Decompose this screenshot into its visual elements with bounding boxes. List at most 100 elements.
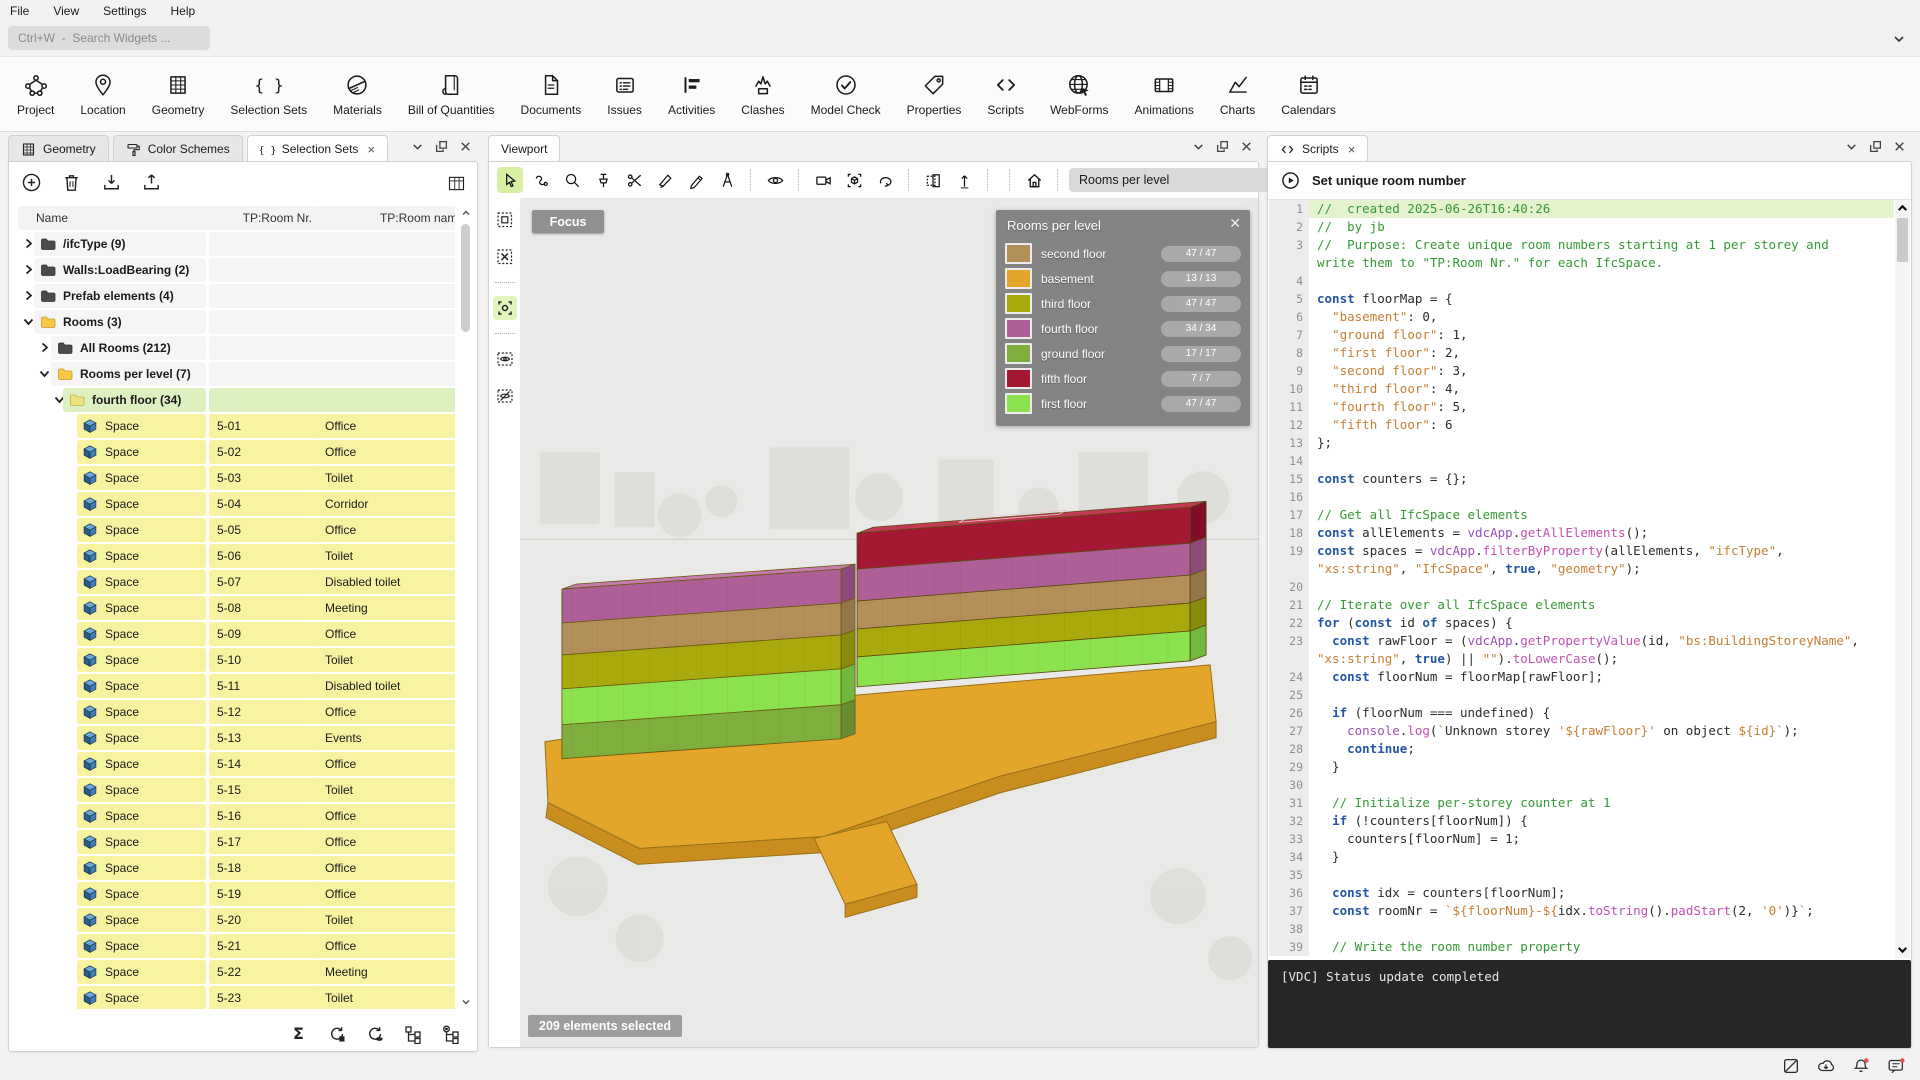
notifications-icon[interactable] [1851,1056,1871,1076]
tab-geometry[interactable]: Geometry [8,135,109,162]
table-row-space[interactable]: Space5-16Office [18,804,455,830]
toolbar-item-location[interactable]: Location [67,66,138,123]
scrollbar-thumb[interactable] [1897,218,1908,262]
cell-room-nr[interactable]: 5-09 [209,622,320,646]
table-row-space[interactable]: Space5-09Office [18,622,455,648]
toolbar-item-materials[interactable]: Materials [320,66,395,123]
tree-row-prefab-elements-4-[interactable]: Prefab elements (4) [18,284,455,310]
elevation-tool-icon[interactable] [951,167,977,193]
code-line[interactable]: 39 // Write the room number property [1269,938,1894,956]
cell-name[interactable]: Space [77,544,206,568]
cell-name[interactable]: Space [77,414,206,438]
code-line[interactable]: 15const counters = {}; [1269,470,1894,488]
cell-name[interactable]: Space [77,674,206,698]
code-line[interactable]: 10 "third floor": 4, [1269,380,1894,398]
cell-room-nr[interactable]: 5-10 [209,648,320,672]
table-row-space[interactable]: Space5-04Corridor [18,492,455,518]
deselect-box-icon[interactable] [493,245,517,269]
code-line[interactable]: 14 [1269,452,1894,470]
toolbar-item-webforms[interactable]: WebForms [1037,66,1121,123]
toolbar-item-properties[interactable]: Properties [894,66,975,123]
code-line[interactable]: 37 const roomNr = `${floorNum}-${idx.toS… [1269,902,1894,920]
code-line[interactable]: 19const spaces = vdcApp.filterByProperty… [1269,542,1894,560]
code-line[interactable]: 29 } [1269,758,1894,776]
chevron-down-icon[interactable] [23,316,34,327]
table-row-space[interactable]: Space5-13Events [18,726,455,752]
focus-button[interactable]: Focus [532,210,604,233]
close-icon[interactable]: × [367,142,375,157]
table-row-space[interactable]: Space5-22Meeting [18,960,455,986]
pin-tool-icon[interactable] [590,167,616,193]
code-line[interactable]: 23 const rawFloor = (vdcApp.getPropertyV… [1269,632,1894,650]
table-row-space[interactable]: Space5-07Disabled toilet [18,570,455,596]
code-line[interactable]: 28 continue; [1269,740,1894,758]
tab-selection-sets[interactable]: { }Selection Sets× [247,135,388,162]
cell-room-nr[interactable] [209,388,320,412]
free-select-tool-icon[interactable] [528,167,554,193]
tree-scrollbar[interactable] [460,208,472,1007]
menu-help[interactable]: Help [171,4,196,18]
cell-room-nr[interactable]: 5-15 [209,778,320,802]
cell-name[interactable]: Rooms (3) [34,310,206,334]
cell-name[interactable]: Space [77,752,206,776]
cell-room-nr[interactable]: 5-16 [209,804,320,828]
cell-room-nr[interactable]: 5-06 [209,544,320,568]
cell-room-name[interactable]: Office [317,440,455,464]
table-row-space[interactable]: Space5-02Office [18,440,455,466]
add-icon[interactable] [19,170,43,194]
script-console[interactable]: [VDC] Status update completed [1268,960,1911,1048]
code-line[interactable]: 3// Purpose: Create unique room numbers … [1269,236,1894,254]
toolbar-item-animations[interactable]: Animations [1122,66,1207,123]
legend-row-third-floor[interactable]: third floor47 / 47 [1005,291,1241,316]
cell-name[interactable]: Space [77,440,206,464]
chevron-right-icon[interactable] [23,264,34,275]
scrollbar-thumb[interactable] [461,224,470,332]
table-row-space[interactable]: Space5-20Toilet [18,908,455,934]
select-box-icon[interactable] [493,208,517,232]
table-row-space[interactable]: Space5-08Meeting [18,596,455,622]
show-selection-icon[interactable] [493,347,517,371]
code-line[interactable]: 25 [1269,686,1894,704]
code-line[interactable]: 7 "ground floor": 1, [1269,326,1894,344]
tab-scripts[interactable]: Scripts × [1267,135,1368,162]
code-line[interactable]: 9 "second floor": 3, [1269,362,1894,380]
cell-name[interactable]: Space [77,778,206,802]
toolbar-item-charts[interactable]: Charts [1207,66,1268,123]
cell-room-name[interactable]: Meeting [317,960,455,984]
menu-view[interactable]: View [53,4,79,18]
tree-row--ifctype-9-[interactable]: /ifcType (9) [18,232,455,258]
sync-off-icon[interactable] [1781,1056,1801,1076]
chevron-right-icon[interactable] [23,290,34,301]
toolbar-item-selection-sets[interactable]: { }Selection Sets [217,66,320,123]
close-icon[interactable]: ✕ [1229,215,1241,232]
scroll-down-icon[interactable] [1896,943,1909,956]
cell-name[interactable]: Space [77,648,206,672]
code-line[interactable]: 32 if (!counters[floorNum]) { [1269,812,1894,830]
zoom-tool-icon[interactable] [559,167,585,193]
cell-name[interactable]: Space [77,492,206,516]
code-line[interactable]: 36 const idx = counters[floorNum]; [1269,884,1894,902]
cell-room-nr[interactable]: 5-01 [209,414,320,438]
table-row-space[interactable]: Space5-11Disabled toilet [18,674,455,700]
cell-room-name[interactable]: Office [317,830,455,854]
cell-room-nr[interactable]: 5-14 [209,752,320,776]
tree-row-all-rooms-212-[interactable]: All Rooms (212) [18,336,455,362]
fit-model-tool-icon[interactable] [841,167,867,193]
close-icon[interactable]: × [1348,142,1356,157]
code-scrollbar[interactable] [1895,200,1910,958]
cell-room-nr[interactable]: 5-18 [209,856,320,880]
code-line[interactable]: 30 [1269,776,1894,794]
toolbar-item-calendars[interactable]: Calendars [1268,66,1349,123]
toolbar-item-model-check[interactable]: Model Check [798,66,894,123]
code-line[interactable]: 33 counters[floorNum] = 1; [1269,830,1894,848]
toolbar-item-clashes[interactable]: Clashes [728,66,797,123]
chevron-down-icon[interactable] [39,368,50,379]
table-row-space[interactable]: Space5-18Office [18,856,455,882]
cell-room-name[interactable] [317,232,455,256]
cloud-download-icon[interactable] [1816,1056,1836,1076]
chevron-right-icon[interactable] [39,342,50,353]
visibility-tool-icon[interactable] [762,167,788,193]
delete-icon[interactable] [59,170,83,194]
cell-name[interactable]: Space [77,622,206,646]
code-line[interactable]: 31 // Initialize per-storey counter at 1 [1269,794,1894,812]
